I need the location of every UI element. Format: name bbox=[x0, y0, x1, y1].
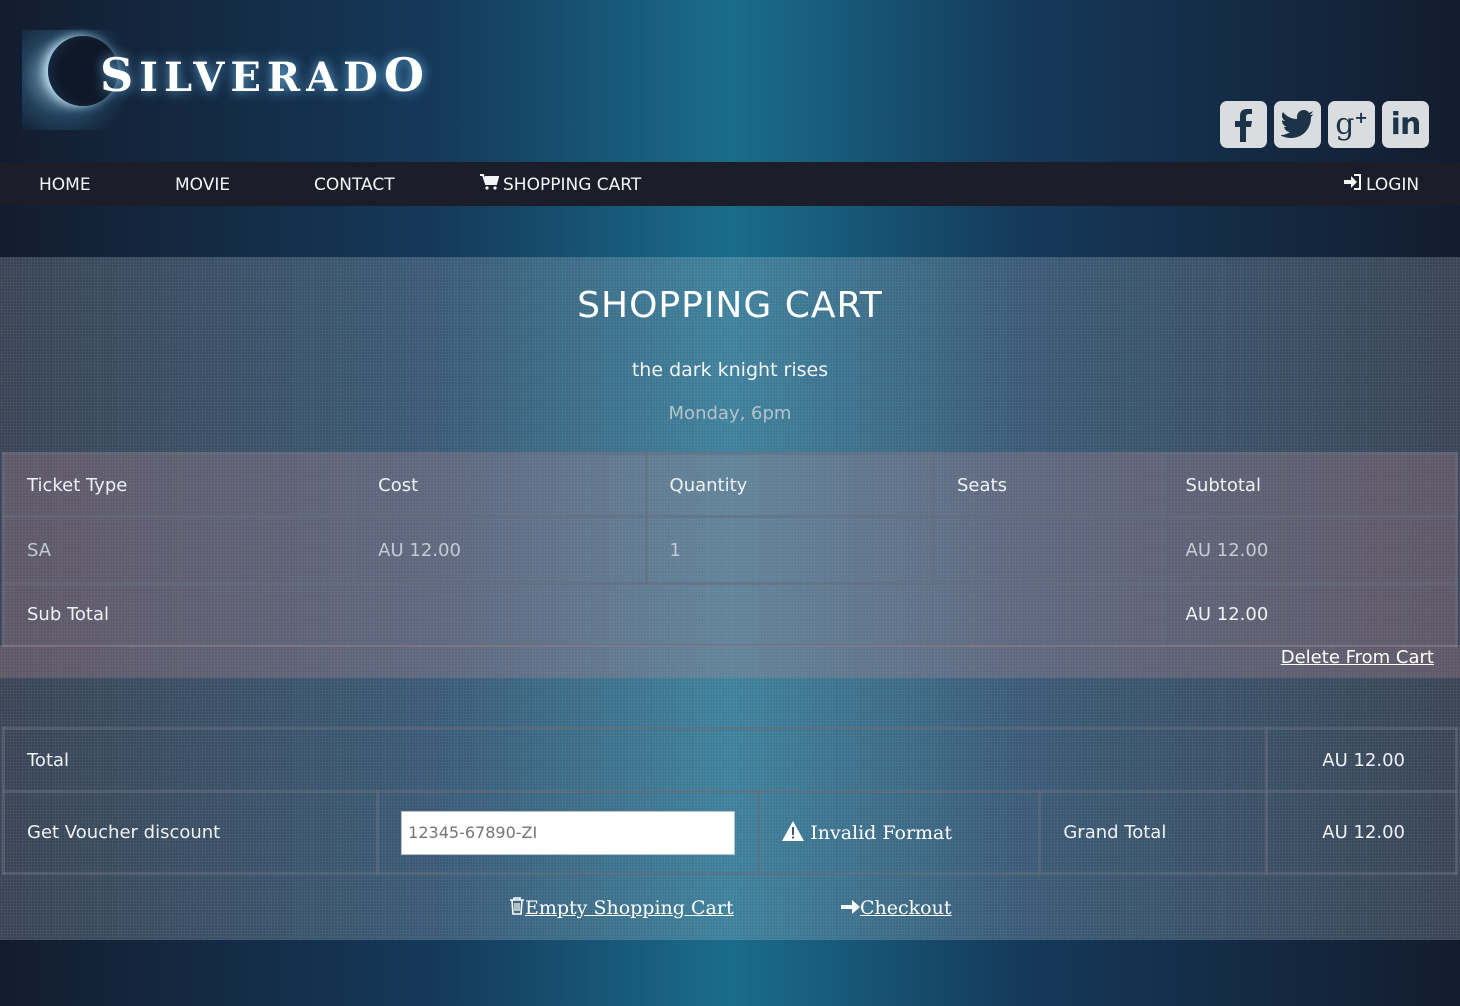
subtotal-label: Sub Total bbox=[2, 582, 1164, 647]
column-header: Seats bbox=[931, 452, 1164, 518]
empty-shopping-cart-link[interactable]: Empty Shopping Cart bbox=[509, 897, 734, 919]
nav-login[interactable]: LOGIN bbox=[1344, 162, 1419, 206]
grand-total-value: AU 12.00 bbox=[1265, 790, 1458, 875]
checkout-link[interactable]: Checkout bbox=[840, 897, 951, 919]
silverado-logo[interactable]: SILVERADO bbox=[22, 26, 482, 130]
grand-total-label: Grand Total bbox=[1038, 790, 1269, 875]
shopping-cart-panel: SHOPPING CART the dark knight rises Mond… bbox=[0, 257, 1460, 940]
cost-cell: AU 12.00 bbox=[353, 515, 648, 585]
login-icon bbox=[1344, 162, 1362, 208]
social-links: g + in bbox=[1220, 101, 1429, 148]
warning-icon bbox=[782, 821, 805, 841]
total-row: Total AU 12.00 bbox=[1, 727, 1458, 793]
nav-shopping-cart[interactable]: SHOPPING CART bbox=[480, 162, 641, 206]
seats-cell bbox=[931, 515, 1164, 585]
nav-login-label: LOGIN bbox=[1366, 175, 1420, 195]
subtotal-row: Sub Total AU 12.00 bbox=[2, 582, 1459, 647]
empty-shopping-cart-label: Empty Shopping Cart bbox=[525, 897, 734, 919]
invalid-format-text: Invalid Format bbox=[810, 822, 953, 844]
nav-shopping-cart-label: SHOPPING CART bbox=[503, 175, 642, 195]
movie-title: the dark knight rises bbox=[631, 359, 829, 381]
subtotal-value: AU 12.00 bbox=[1160, 582, 1459, 647]
page-title: SHOPPING CART bbox=[577, 285, 883, 326]
cart-icon bbox=[480, 162, 500, 208]
column-header: Ticket Type bbox=[1, 452, 357, 518]
delete-from-cart-link[interactable]: Delete From Cart bbox=[1281, 647, 1434, 668]
voucher-input-cell bbox=[376, 790, 761, 875]
session-time: Monday, 6pm bbox=[668, 403, 792, 424]
invalid-format-message: Invalid Format bbox=[782, 821, 953, 844]
twitter-icon[interactable] bbox=[1274, 101, 1321, 148]
checkout-label: Checkout bbox=[860, 897, 952, 919]
linkedin-icon[interactable]: in bbox=[1382, 101, 1429, 148]
nav-movie[interactable]: MOVIE bbox=[175, 162, 230, 206]
voucher-label: Get Voucher discount bbox=[1, 790, 380, 875]
cart-actions: Empty Shopping Cart Checkout bbox=[0, 897, 1460, 929]
google-plus-icon[interactable]: g + bbox=[1328, 101, 1375, 148]
cart-table: Ticket Type Cost Quantity Seats Subtotal… bbox=[1, 452, 1459, 647]
nav-contact[interactable]: CONTACT bbox=[314, 162, 395, 206]
quantity-cell: 1 bbox=[644, 515, 935, 585]
trash-icon bbox=[510, 897, 524, 915]
summary-table: Total AU 12.00 Get Voucher discount Inva… bbox=[1, 727, 1458, 875]
ticket-type-cell: SA bbox=[1, 515, 357, 585]
voucher-input[interactable] bbox=[401, 810, 736, 855]
column-header: Cost bbox=[353, 452, 648, 518]
nav-home[interactable]: HOME bbox=[39, 162, 91, 206]
arrow-right-icon bbox=[841, 900, 860, 914]
column-header: Subtotal bbox=[1160, 452, 1459, 518]
main-nav: HOME MOVIE CONTACT SHOPPING CART LOGIN bbox=[0, 162, 1460, 206]
total-value: AU 12.00 bbox=[1265, 727, 1458, 793]
voucher-status-cell: Invalid Format bbox=[757, 790, 1042, 875]
column-header: Quantity bbox=[644, 452, 935, 518]
total-label: Total bbox=[1, 727, 1269, 793]
subtotal-cell: AU 12.00 bbox=[1160, 515, 1459, 585]
facebook-icon[interactable] bbox=[1220, 101, 1267, 148]
cart-table-header: Ticket Type Cost Quantity Seats Subtotal bbox=[1, 452, 1459, 518]
delete-row: Delete From Cart bbox=[0, 645, 1460, 678]
voucher-row: Get Voucher discount Invalid Format Gran… bbox=[1, 790, 1458, 875]
table-row: SA AU 12.00 1 AU 12.00 bbox=[1, 515, 1459, 585]
logo-text: SILVERADO bbox=[100, 48, 430, 102]
site-header: SILVERADO g + in bbox=[0, 0, 1460, 162]
